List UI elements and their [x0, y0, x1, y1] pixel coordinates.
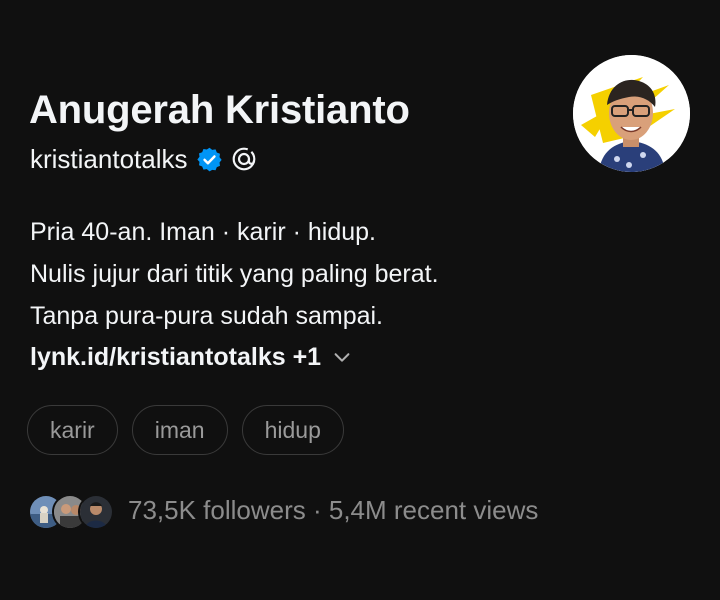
chevron-down-icon[interactable]	[331, 346, 353, 368]
avatar[interactable]	[573, 55, 690, 172]
bio-line: Pria 40-an. Iman · karir · hidup.	[30, 218, 376, 246]
followers-row[interactable]: 73,5K followers · 5,4M recent views	[28, 490, 538, 530]
verified-badge-icon	[196, 147, 222, 171]
follower-avatar	[78, 494, 114, 530]
tag-iman[interactable]: iman	[131, 405, 228, 455]
tag-hidup[interactable]: hidup	[241, 405, 344, 455]
bio-line: Nulis jujur dari titik yang paling berat…	[30, 260, 439, 288]
follower-avatars[interactable]	[28, 492, 116, 530]
bio-line: Tanpa pura-pura sudah sampai.	[30, 302, 384, 330]
avatar-image	[573, 55, 690, 172]
profile-handle: kristiantotalks	[30, 143, 188, 174]
threads-logo-icon[interactable]	[231, 146, 257, 172]
handle-row: kristiantotalks	[30, 142, 257, 176]
tag-karir[interactable]: karir	[27, 405, 118, 455]
profile-bio: Pria 40-an. Iman · karir · hidup. Nulis …	[30, 211, 439, 337]
follower-stats[interactable]: 73,5K followers · 5,4M recent views	[128, 495, 538, 526]
profile-page: Anugerah Kristianto kristiantotalks Pria…	[0, 0, 720, 600]
profile-display-name: Anugerah Kristianto	[29, 88, 410, 132]
tag-list: karir iman hidup	[27, 405, 344, 455]
profile-link-row[interactable]: lynk.id/kristiantotalks +1	[30, 338, 353, 376]
profile-link[interactable]: lynk.id/kristiantotalks +1	[30, 343, 321, 372]
